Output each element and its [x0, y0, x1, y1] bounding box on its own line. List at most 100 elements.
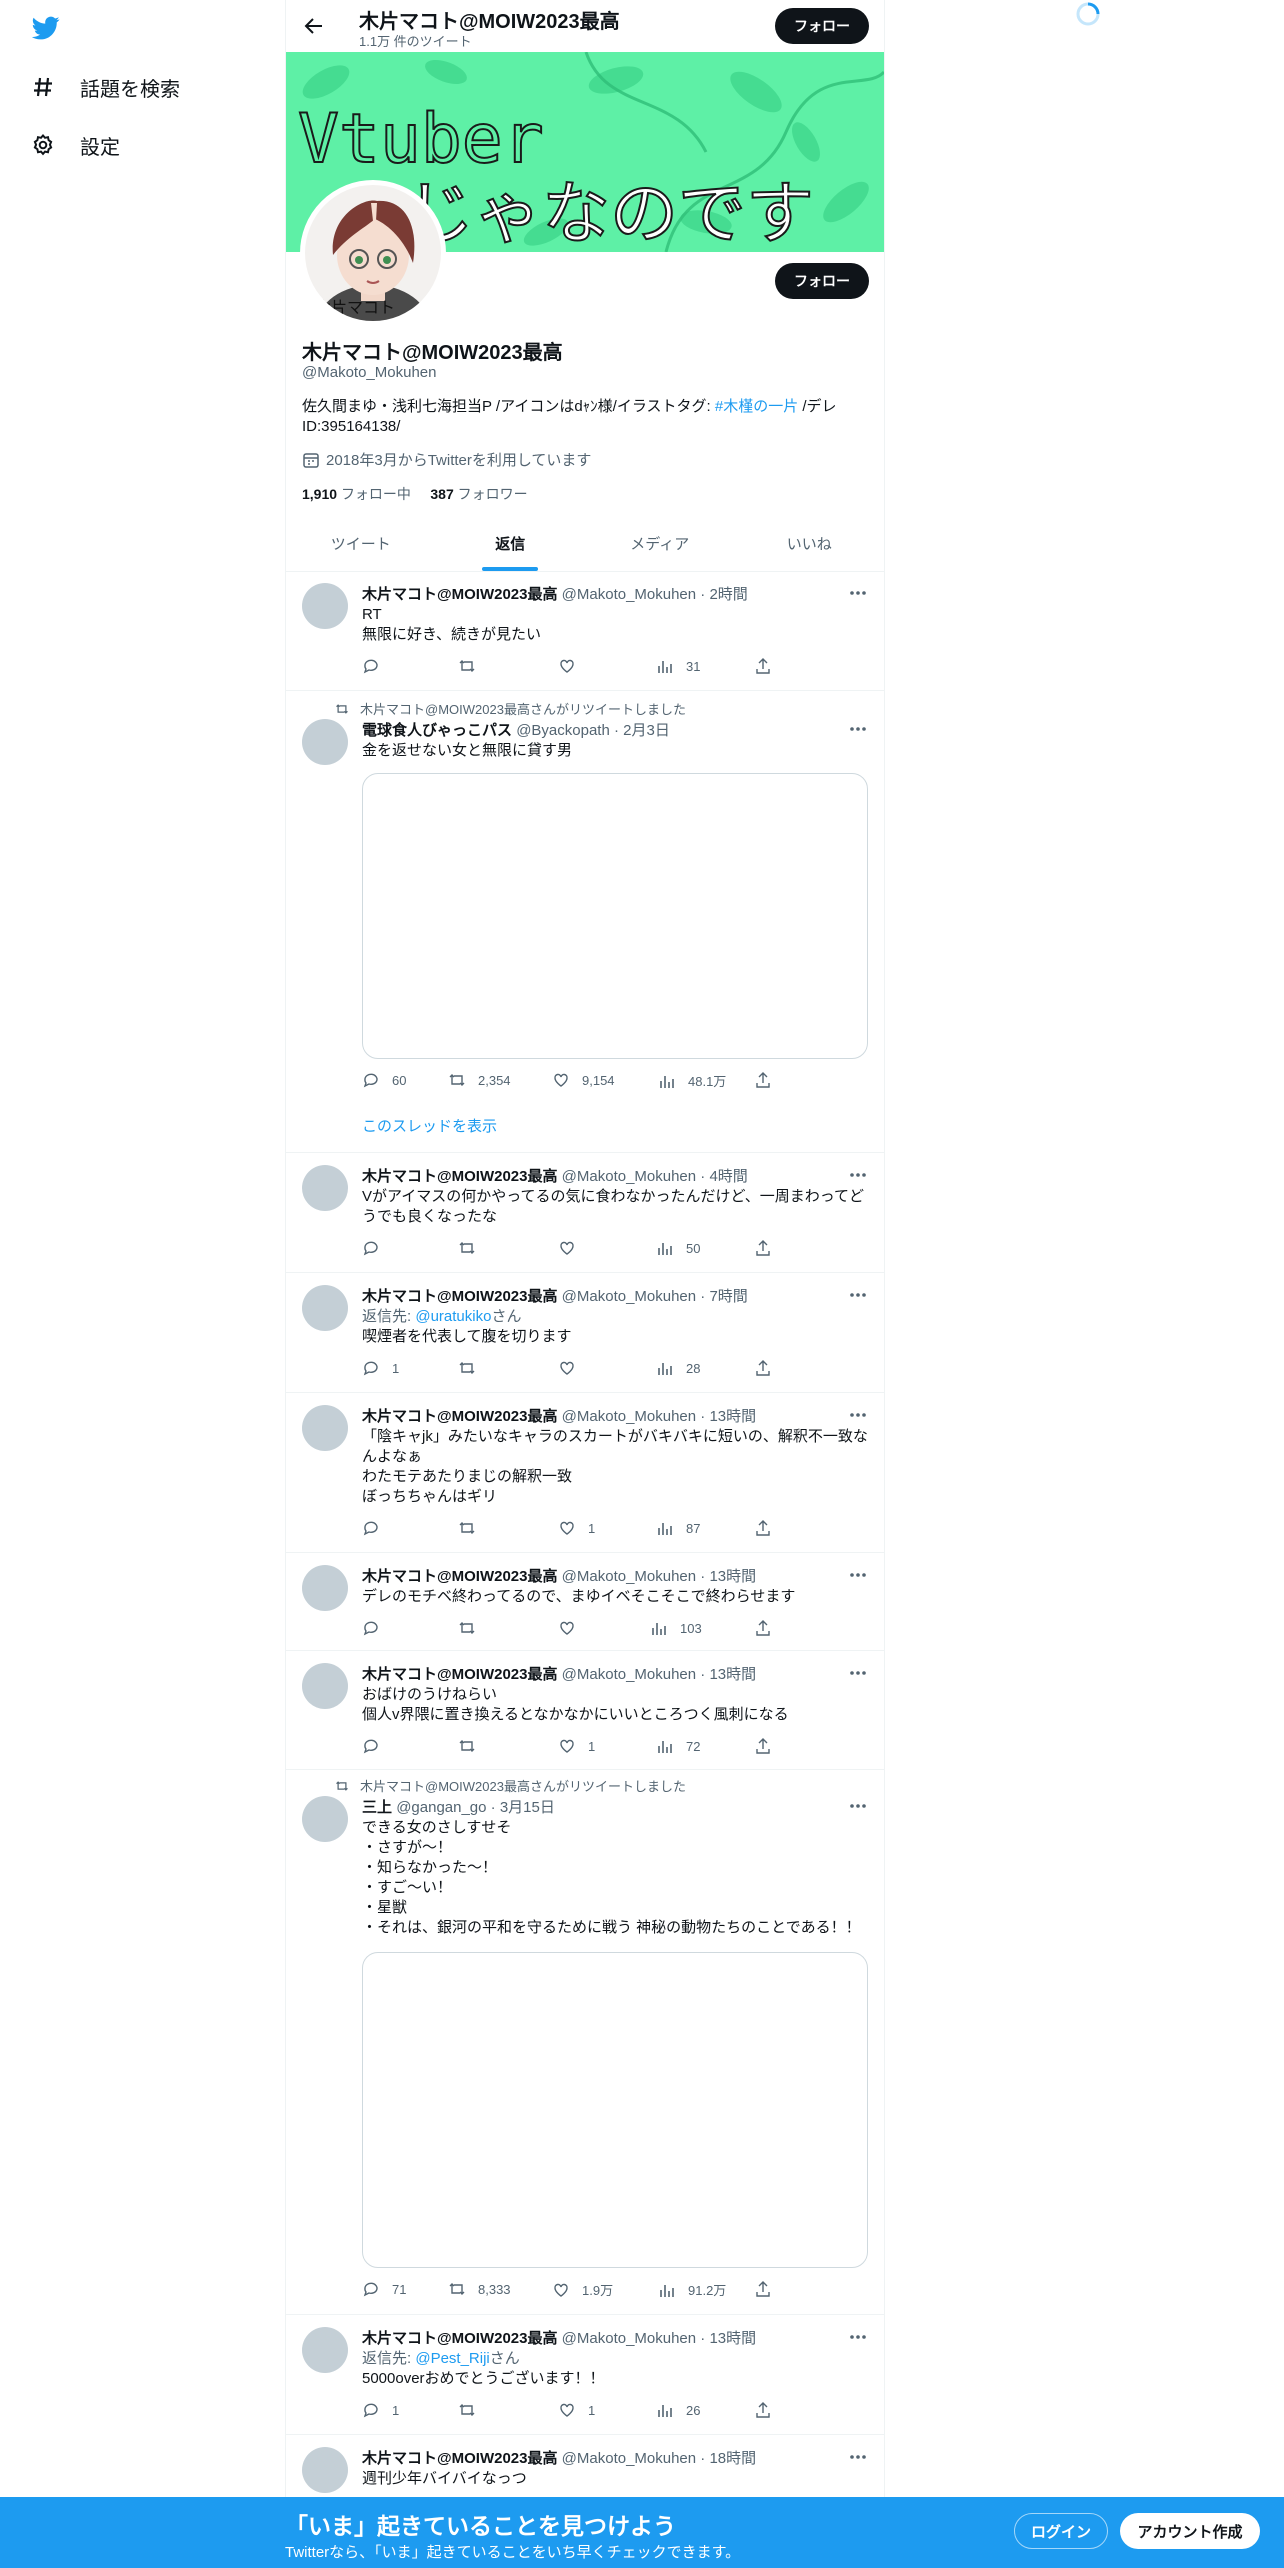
- share-button[interactable]: [754, 1737, 772, 1755]
- views-button[interactable]: 26: [656, 2401, 700, 2419]
- tweet-author-name[interactable]: 木片マコト@MOIW2023最高: [362, 2330, 557, 2347]
- tweet-author-name[interactable]: 木片マコト@MOIW2023最高: [362, 2450, 557, 2467]
- followers-link[interactable]: 387 フォロワー: [430, 486, 527, 502]
- tweet-item[interactable]: 木片マコト@MOIW2023最高 @Makoto_Mokuhen · 18時間 …: [286, 2435, 884, 2497]
- share-button[interactable]: [754, 2280, 772, 2298]
- tweet-item[interactable]: 木片マコト@MOIW2023最高 @Makoto_Mokuhen · 13時間 …: [286, 1553, 884, 1651]
- retweet-button[interactable]: [458, 1359, 488, 1377]
- avatar[interactable]: [302, 2327, 348, 2373]
- share-button[interactable]: [754, 2401, 772, 2419]
- tweet-author-name[interactable]: 木片マコト@MOIW2023最高: [362, 586, 557, 603]
- like-button[interactable]: 1: [558, 1737, 595, 1755]
- share-button[interactable]: [754, 1359, 772, 1377]
- avatar[interactable]: [302, 1405, 348, 1451]
- avatar[interactable]: [302, 1165, 348, 1211]
- reply-button[interactable]: [362, 1737, 392, 1755]
- avatar[interactable]: [302, 1285, 348, 1331]
- more-options-icon[interactable]: [848, 1796, 868, 1816]
- share-button[interactable]: [754, 1519, 772, 1537]
- retweet-button[interactable]: [458, 1239, 488, 1257]
- tweet-item[interactable]: 木片マコト@MOIW2023最高 @Makoto_Mokuhen · 13時間 …: [286, 1651, 884, 1770]
- tweet-item[interactable]: 木片マコト@MOIW2023最高 @Makoto_Mokuhen · 2時間 R…: [286, 573, 884, 691]
- more-options-icon[interactable]: [848, 1285, 868, 1305]
- views-button[interactable]: 87: [656, 1519, 700, 1537]
- reply-button[interactable]: 60: [362, 1071, 406, 1089]
- avatar[interactable]: [302, 1663, 348, 1709]
- like-button[interactable]: [558, 657, 588, 675]
- tweet-item[interactable]: 木片マコト@MOIW2023最高 @Makoto_Mokuhen · 7時間 返…: [286, 1273, 884, 1393]
- tweet-author-name[interactable]: 木片マコト@MOIW2023最高: [362, 1666, 557, 1683]
- tab-likes[interactable]: いいね: [735, 518, 885, 571]
- share-button[interactable]: [754, 657, 772, 675]
- views-button[interactable]: 28: [656, 1359, 700, 1377]
- reply-button[interactable]: [362, 1619, 392, 1637]
- twitter-bird-icon[interactable]: [30, 14, 62, 42]
- tweet-item[interactable]: 木片マコト@MOIW2023最高さんがリツイートしました 三上 @gangan_…: [286, 1770, 884, 2315]
- more-options-icon[interactable]: [848, 2447, 868, 2467]
- bio-hashtag-link[interactable]: #木槿の一片: [715, 398, 798, 415]
- like-button[interactable]: [558, 1359, 588, 1377]
- signup-button[interactable]: アカウント作成: [1120, 2513, 1260, 2549]
- retweet-button[interactable]: [458, 657, 488, 675]
- reply-button[interactable]: [362, 657, 392, 675]
- more-options-icon[interactable]: [848, 1165, 868, 1185]
- reply-to-mention[interactable]: @uratukiko: [415, 1308, 491, 1325]
- share-button[interactable]: [754, 1071, 772, 1089]
- following-link[interactable]: 1,910 フォロー中: [302, 486, 411, 502]
- reply-button[interactable]: [362, 1519, 392, 1537]
- more-options-icon[interactable]: [848, 2327, 868, 2347]
- tweet-author-name[interactable]: 三上: [362, 1799, 392, 1816]
- retweet-button[interactable]: 2,354: [448, 1071, 511, 1089]
- back-arrow-icon[interactable]: [302, 14, 326, 38]
- retweet-button[interactable]: [458, 2401, 488, 2419]
- more-options-icon[interactable]: [848, 583, 868, 603]
- tweet-item[interactable]: 木片マコト@MOIW2023最高 @Makoto_Mokuhen · 13時間 …: [286, 1393, 884, 1553]
- profile-avatar[interactable]: 木片マコト: [300, 180, 446, 326]
- like-button[interactable]: 1.9万: [552, 2280, 613, 2299]
- tab-media[interactable]: メディア: [585, 518, 735, 571]
- tab-replies[interactable]: 返信: [436, 518, 586, 571]
- like-button[interactable]: 1: [558, 1519, 595, 1537]
- views-button[interactable]: 50: [656, 1239, 700, 1257]
- avatar[interactable]: [302, 1565, 348, 1611]
- views-button[interactable]: 72: [656, 1737, 700, 1755]
- tab-tweets[interactable]: ツイート: [286, 518, 436, 571]
- avatar[interactable]: [302, 719, 348, 765]
- tweet-author-name[interactable]: 木片マコト@MOIW2023最高: [362, 1168, 557, 1185]
- profile-follow-button[interactable]: フォロー: [775, 263, 869, 299]
- more-options-icon[interactable]: [848, 1663, 868, 1683]
- tweet-author-name[interactable]: 木片マコト@MOIW2023最高: [362, 1408, 557, 1425]
- retweet-button[interactable]: [458, 1519, 488, 1537]
- avatar[interactable]: [302, 2447, 348, 2493]
- like-button[interactable]: [558, 1239, 588, 1257]
- avatar[interactable]: [302, 583, 348, 629]
- login-button[interactable]: ログイン: [1014, 2513, 1108, 2549]
- avatar[interactable]: [302, 1796, 348, 1842]
- more-options-icon[interactable]: [848, 1565, 868, 1585]
- reply-button[interactable]: 1: [362, 1359, 399, 1377]
- tweet-author-name[interactable]: 木片マコト@MOIW2023最高: [362, 1568, 557, 1585]
- retweet-button[interactable]: [458, 1619, 488, 1637]
- media-placeholder[interactable]: [362, 773, 868, 1059]
- more-options-icon[interactable]: [848, 719, 868, 739]
- show-thread-link[interactable]: このスレッドを表示: [362, 1115, 497, 1136]
- reply-button[interactable]: [362, 1239, 392, 1257]
- nav-settings[interactable]: 設定: [30, 128, 120, 162]
- tweet-author-name[interactable]: 電球食人びゃっこパス: [362, 722, 512, 739]
- retweet-button[interactable]: [458, 1737, 488, 1755]
- nav-explore[interactable]: 話題を検索: [30, 70, 180, 104]
- share-button[interactable]: [754, 1239, 772, 1257]
- more-options-icon[interactable]: [848, 1405, 868, 1425]
- tweet-author-name[interactable]: 木片マコト@MOIW2023最高: [362, 1288, 557, 1305]
- like-button[interactable]: [558, 1619, 588, 1637]
- header-follow-button[interactable]: フォロー: [775, 8, 869, 44]
- like-button[interactable]: 1: [558, 2401, 595, 2419]
- share-button[interactable]: [754, 1619, 772, 1637]
- views-button[interactable]: 91.2万: [658, 2280, 726, 2299]
- media-placeholder[interactable]: [362, 1952, 868, 2268]
- reply-to-mention[interactable]: @Pest_Riji: [415, 2350, 489, 2367]
- reply-button[interactable]: 1: [362, 2401, 399, 2419]
- reply-button[interactable]: 71: [362, 2280, 406, 2298]
- tweet-item[interactable]: 木片マコト@MOIW2023最高 @Makoto_Mokuhen · 13時間 …: [286, 2315, 884, 2435]
- tweet-item[interactable]: 木片マコト@MOIW2023最高 @Makoto_Mokuhen · 4時間 V…: [286, 1153, 884, 1273]
